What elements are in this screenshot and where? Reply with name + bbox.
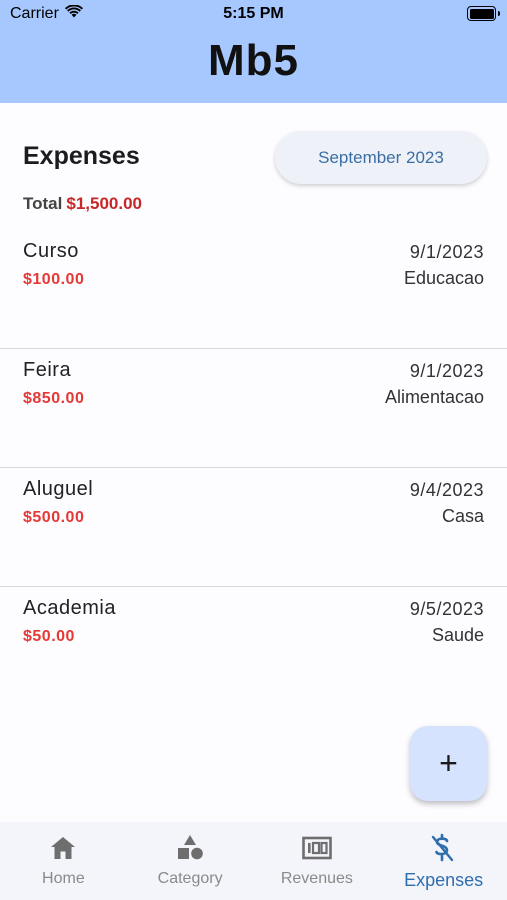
expense-date: 9/4/2023 (409, 480, 484, 500)
expense-item[interactable]: Feira $850.00 9/1/2023 Alimentacao (0, 349, 507, 468)
total-value: $1,500.00 (66, 194, 142, 213)
nav-label-home: Home (42, 870, 85, 887)
total-summary: Total $1,500.00 (23, 194, 142, 214)
app-header: Carrier 5:15 PM Mb5 (0, 0, 507, 103)
nav-label-revenues: Revenues (280, 870, 353, 887)
expense-amount: $100.00 (23, 271, 85, 288)
nav-item-home[interactable]: Home (0, 822, 127, 900)
expense-amount: $50.00 (23, 628, 75, 645)
expense-item[interactable]: Academia $50.00 9/5/2023 Saude (0, 587, 507, 706)
money-icon (302, 832, 332, 864)
category-icon (176, 832, 204, 864)
expense-date: 9/1/2023 (409, 361, 484, 381)
price-change-icon (430, 832, 458, 864)
nav-label-category: Category (157, 870, 223, 887)
nav-item-category[interactable]: Category (127, 822, 254, 900)
expense-date: 9/5/2023 (409, 599, 484, 619)
expense-name: Curso (23, 240, 79, 262)
expense-name: Feira (23, 359, 72, 381)
plus-icon: + (439, 745, 458, 781)
expense-date: 9/1/2023 (409, 242, 484, 262)
add-expense-button[interactable]: + (410, 726, 487, 801)
status-time: 5:15 PM (223, 5, 284, 22)
expense-item[interactable]: Curso $100.00 9/1/2023 Educacao (0, 230, 507, 349)
page-title: Expenses (23, 142, 140, 170)
nav-item-revenues[interactable]: Revenues (254, 822, 381, 900)
expense-item[interactable]: Aluguel $500.00 9/4/2023 Casa (0, 468, 507, 587)
nav-label-expenses: Expenses (404, 870, 484, 890)
expense-amount: $500.00 (23, 509, 85, 526)
app-title: Mb5 (208, 36, 299, 85)
expense-name: Academia (23, 597, 116, 619)
expense-list: Curso $100.00 9/1/2023 Educacao Feira $8… (0, 230, 507, 706)
status-bar: Carrier 5:15 PM (0, 0, 507, 30)
month-picker-button[interactable]: September 2023 (275, 131, 487, 184)
home-icon (50, 832, 76, 864)
expense-amount: $850.00 (23, 390, 85, 407)
bottom-navigation: Home Category Revenues Expenses (0, 822, 507, 900)
expense-category: Educacao (403, 268, 484, 288)
total-label: Total (23, 194, 63, 213)
nav-item-expenses[interactable]: Expenses (380, 822, 507, 900)
expense-name: Aluguel (23, 478, 94, 500)
expense-category: Alimentacao (384, 387, 484, 407)
expense-category: Saude (431, 625, 484, 645)
expense-category: Casa (441, 506, 484, 526)
battery-icon (467, 6, 500, 21)
